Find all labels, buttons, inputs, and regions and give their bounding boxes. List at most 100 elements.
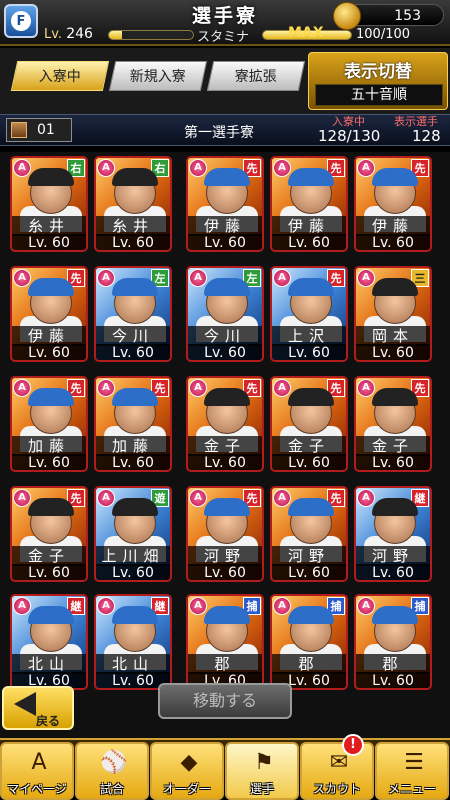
- nav-players[interactable]: ⚑ 選手: [225, 742, 299, 800]
- level-value: 246: [66, 26, 93, 42]
- player-card[interactable]: A 先加藤 Lv. 60: [10, 376, 88, 472]
- tab-new-entry-label: 新規入寮: [129, 69, 186, 85]
- player-card[interactable]: A 先伊藤 Lv. 60: [10, 266, 88, 362]
- rank-badge-icon: A: [13, 159, 31, 177]
- rank-badge-icon: A: [273, 269, 291, 287]
- player-card[interactable]: A 先金子 Lv. 60: [270, 376, 348, 472]
- rank-badge-icon: A: [189, 379, 207, 397]
- nav-game[interactable]: ⚾ 試合: [75, 742, 149, 800]
- stamina-label: スタミナ: [197, 30, 250, 45]
- exp-bar-fill: [109, 31, 122, 39]
- player-card[interactable]: A 先上沢 Lv. 60: [270, 266, 348, 362]
- player-card[interactable]: A 左今川 Lv. 60: [94, 266, 172, 362]
- player-card[interactable]: A 右糸井 Lv. 60: [94, 156, 172, 252]
- display-toggle-button[interactable]: 表示切替 五十音順: [308, 52, 448, 110]
- coin-icon: [333, 2, 361, 30]
- player-name: 郡: [272, 654, 346, 674]
- nav-order[interactable]: ◆ オーダー: [150, 742, 224, 800]
- nav-scout[interactable]: ✉ スカウト: [300, 742, 374, 800]
- player-card[interactable]: A 先金子 Lv. 60: [186, 376, 264, 472]
- dorm-selector[interactable]: 01: [6, 118, 72, 142]
- nav-order-label: オーダー: [162, 782, 211, 796]
- player-card[interactable]: A 先河野 Lv. 60: [186, 486, 264, 582]
- nav-menu-label: メニュー: [387, 782, 436, 796]
- rank-badge-icon: A: [189, 269, 207, 287]
- rank-badge-icon: A: [273, 379, 291, 397]
- player-card[interactable]: A 継北山 Lv. 60: [10, 594, 88, 690]
- top-status-bar: F 選手寮 153 Lv. 246 スタミナ MAX 100/100: [0, 0, 450, 46]
- nav-players-label: 選手: [249, 782, 274, 796]
- player-card[interactable]: A 捕郡 Lv. 60: [354, 594, 432, 690]
- player-name: 河野: [272, 546, 346, 566]
- player-level: Lv. 60: [356, 564, 430, 580]
- player-name: 金子: [12, 546, 86, 566]
- player-level: Lv. 60: [96, 234, 170, 250]
- player-card[interactable]: A 先河野 Lv. 60: [270, 486, 348, 582]
- player-card[interactable]: A 先伊藤 Lv. 60: [270, 156, 348, 252]
- cap: [288, 498, 334, 516]
- player-name: 金子: [272, 436, 346, 456]
- player-name: 加藤: [12, 436, 86, 456]
- tab-new-entry[interactable]: 新規入寮: [108, 61, 208, 91]
- player-level: Lv. 60: [356, 344, 430, 360]
- display-toggle-title: 表示切替: [344, 62, 412, 82]
- player-level: Lv. 60: [188, 564, 262, 580]
- player-level: Lv. 60: [188, 454, 262, 470]
- player-card[interactable]: A 左今川 Lv. 60: [186, 266, 264, 362]
- cap: [28, 498, 74, 516]
- cap: [28, 168, 74, 186]
- player-card[interactable]: A 三岡本 Lv. 60: [354, 266, 432, 362]
- player-level: Lv. 60: [12, 454, 86, 470]
- cap: [288, 168, 334, 186]
- rank-badge-icon: A: [13, 379, 31, 397]
- player-name: 郡: [188, 654, 262, 674]
- nav-mypage-icon: A: [31, 750, 47, 775]
- cap: [204, 168, 250, 186]
- player-card[interactable]: A 先伊藤 Lv. 60: [186, 156, 264, 252]
- cap: [204, 278, 250, 296]
- back-button[interactable]: 戻る: [2, 686, 74, 730]
- player-name: 北山: [12, 654, 86, 674]
- nav-players-icon: ⚑: [254, 750, 274, 775]
- player-card[interactable]: A 継北山 Lv. 60: [94, 594, 172, 690]
- rank-badge-icon: A: [13, 269, 31, 287]
- player-card[interactable]: A 先金子 Lv. 60: [354, 376, 432, 472]
- rank-badge-icon: A: [273, 159, 291, 177]
- sort-order-value: 五十音順: [315, 84, 443, 106]
- player-name: 郡: [356, 654, 430, 674]
- player-card[interactable]: A 先金子 Lv. 60: [10, 486, 88, 582]
- player-level: Lv. 60: [272, 234, 346, 250]
- player-card[interactable]: A 右糸井 Lv. 60: [10, 156, 88, 252]
- in-dorm-count: 128/130: [318, 127, 381, 145]
- rank-badge-icon: A: [13, 597, 31, 615]
- player-level: Lv. 60: [96, 454, 170, 470]
- player-card[interactable]: A 捕郡 Lv. 60: [186, 594, 264, 690]
- player-card[interactable]: A 継河野 Lv. 60: [354, 486, 432, 582]
- player-card[interactable]: A 先加藤 Lv. 60: [94, 376, 172, 472]
- player-level: Lv. 60: [272, 454, 346, 470]
- tab-in-dorm[interactable]: 入寮中: [10, 61, 110, 91]
- player-level: Lv. 60: [272, 564, 346, 580]
- nav-mypage[interactable]: A マイページ: [0, 742, 74, 800]
- tab-expand-dorm[interactable]: 寮拡張: [206, 61, 306, 91]
- player-name: 上川畑: [96, 546, 170, 566]
- rank-badge-icon: A: [357, 489, 375, 507]
- rank-badge-icon: A: [97, 597, 115, 615]
- coin-counter[interactable]: 153: [333, 2, 444, 30]
- move-button[interactable]: 移動する: [158, 683, 292, 719]
- player-level: Lv. 60: [356, 672, 430, 688]
- player-card[interactable]: A 遊上川畑 Lv. 60: [94, 486, 172, 582]
- cap: [28, 388, 74, 406]
- scout-notification-badge: !: [342, 734, 364, 756]
- back-arrow-icon: [14, 692, 36, 716]
- player-name: 金子: [188, 436, 262, 456]
- player-card[interactable]: A 捕郡 Lv. 60: [270, 594, 348, 690]
- cap: [112, 498, 158, 516]
- player-name: 金子: [356, 436, 430, 456]
- cap: [112, 606, 158, 624]
- nav-menu[interactable]: ☰ メニュー: [375, 742, 449, 800]
- player-card[interactable]: A 先伊藤 Lv. 60: [354, 156, 432, 252]
- page-title: 選手寮: [191, 5, 258, 27]
- dorm-building-icon: [11, 122, 27, 138]
- team-logo-icon[interactable]: F: [4, 4, 38, 38]
